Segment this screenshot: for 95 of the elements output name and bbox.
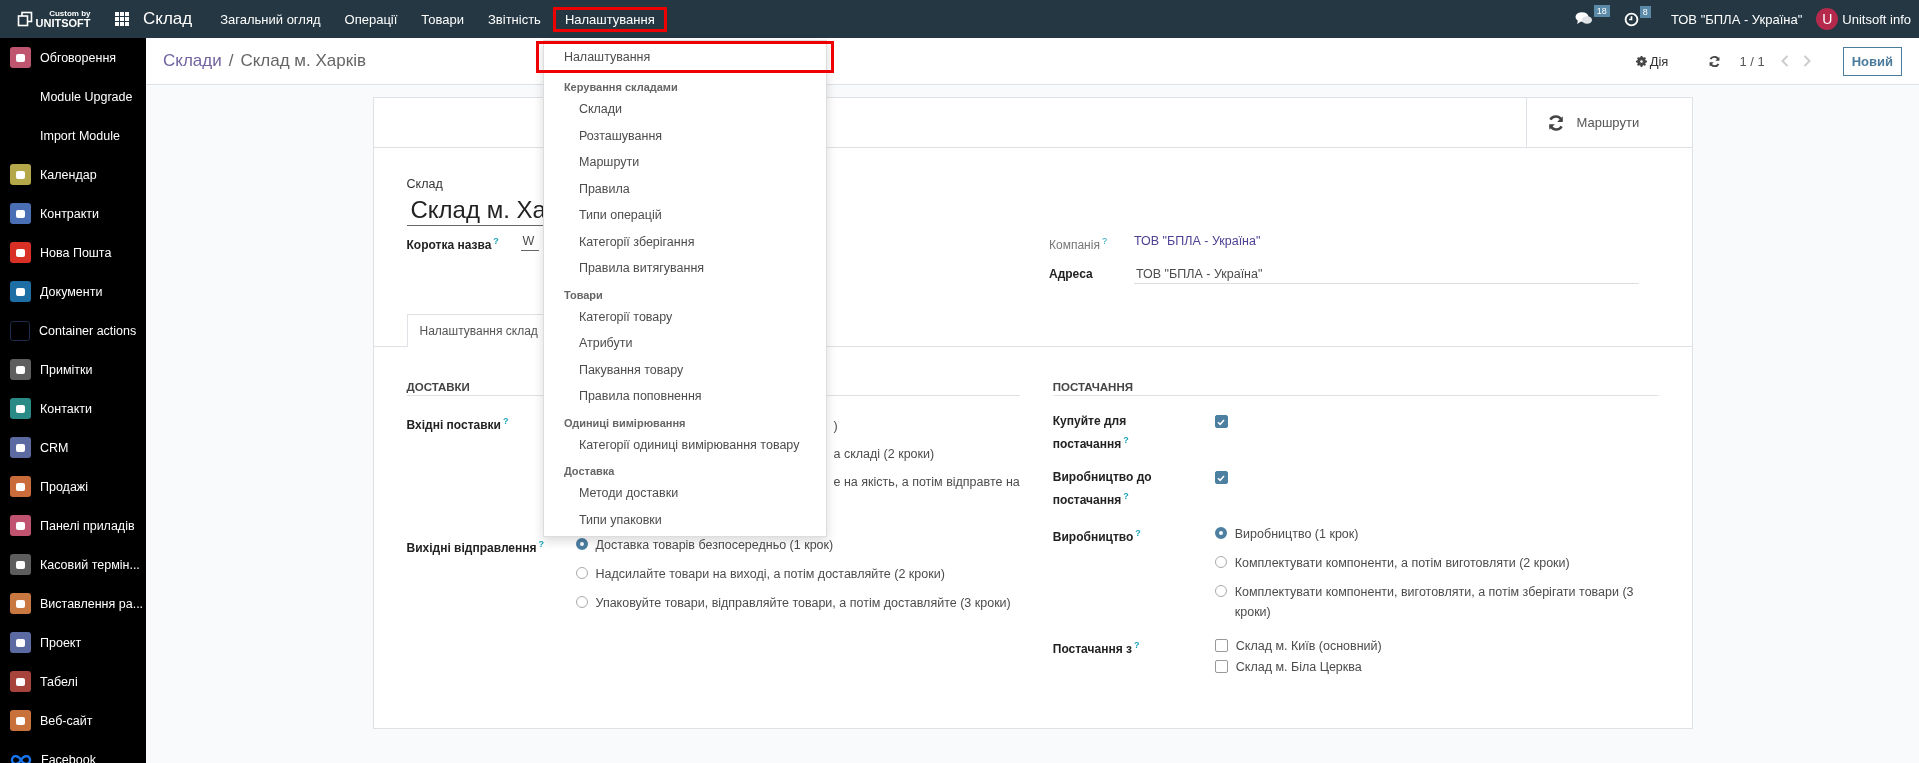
field-label: Склад — [406, 177, 443, 191]
field-label: Адреса — [1049, 267, 1093, 282]
notification-badge: 8 — [1639, 5, 1651, 18]
sidebar-item[interactable]: Веб-сайт — [0, 701, 146, 740]
sidebar-item[interactable]: Контракти — [0, 194, 146, 233]
dropdown-item[interactable]: Налаштування — [535, 41, 834, 73]
menu-section-header: Товари — [562, 287, 604, 303]
clock-icon[interactable] — [1623, 11, 1639, 27]
company-switcher[interactable]: ТОВ "БПЛА - Україна" — [1670, 11, 1803, 27]
dropdown-item[interactable]: Правила витягування — [543, 254, 826, 281]
checkbox-label: Склад м. Київ (основний) — [1235, 638, 1382, 656]
dropdown-item[interactable]: Пакування товару — [543, 355, 826, 382]
sidebar-item[interactable]: Container actions — [0, 311, 146, 350]
sidebar-item[interactable]: Примітки — [0, 350, 146, 389]
menu-section-header: Доставка — [562, 464, 616, 479]
radio-option-label: ) — [833, 418, 839, 436]
sidebar-item[interactable]: Import Module — [0, 116, 146, 155]
radio-option-label: Надсилайте товари на виході, а потім доставляйте (2 кроки) — [595, 566, 945, 584]
breadcrumb-link[interactable]: Склади — [163, 51, 222, 71]
dropdown-item[interactable]: Категорії одиниці вимірювання товару — [543, 430, 826, 457]
short-name-field[interactable]: W — [520, 232, 539, 252]
field-label: Постачання з $^{?}$ — [1052, 642, 1140, 657]
gear-icon — [1635, 55, 1647, 67]
sidebar-item[interactable]: Контакти — [0, 389, 146, 428]
sidebar-item[interactable]: Документи — [0, 272, 146, 311]
radio-option-label: а складі (2 кроки) — [833, 446, 936, 464]
field-label: Виробництво до постачання $^{?}$ — [1052, 470, 1152, 508]
menu-item[interactable]: Звітність — [476, 6, 553, 32]
radio-button[interactable] — [1214, 556, 1227, 569]
menu-item[interactable]: Операції — [332, 6, 410, 32]
sidebar-item[interactable]: Панелі приладів — [0, 506, 146, 545]
radio-button[interactable] — [575, 538, 588, 551]
user-name[interactable]: Unitsoft info — [1842, 11, 1911, 27]
field-label: Виробництво $^{?}$ — [1052, 530, 1141, 545]
radio-button[interactable] — [1214, 527, 1227, 540]
logo-icon — [16, 11, 33, 27]
menu-item[interactable]: Загальний огляд — [208, 6, 333, 32]
refresh-icon[interactable] — [1708, 54, 1722, 68]
company-link[interactable]: ТОВ "БПЛА - Україна" — [1134, 232, 1261, 249]
sidebar-item[interactable]: Календар — [0, 155, 146, 194]
field-label: Коротка назва $^{?}$ — [406, 238, 499, 253]
section-title: ПОСТАЧАННЯ — [1052, 381, 1659, 397]
radio-button[interactable] — [1214, 585, 1227, 598]
sidebar-item[interactable]: Касовий термін... — [0, 545, 146, 584]
radio-option-label: Доставка товарів безпосередньо (1 крок) — [595, 537, 834, 555]
menu-item[interactable]: Товари — [409, 6, 476, 32]
dropdown-item[interactable]: Категорії зберігання — [543, 227, 826, 254]
radio-button[interactable] — [575, 596, 588, 609]
new-button[interactable]: Новий — [1842, 46, 1902, 76]
pager-counter: 1 / 1 — [1739, 53, 1765, 69]
app-grid-icon[interactable] — [115, 12, 129, 26]
sidebar-item[interactable]: Module Upgrade — [0, 77, 146, 116]
sidebar-item[interactable]: Табелі — [0, 662, 146, 701]
breadcrumb-separator: / — [228, 51, 234, 71]
notification-badge: 18 — [1593, 5, 1610, 17]
menu-item[interactable]: Налаштування — [552, 6, 667, 32]
sidebar-item[interactable]: CRM — [0, 428, 146, 467]
app-name[interactable]: Склад — [143, 9, 193, 29]
menu-section-header: Одиниці вимірювання — [562, 415, 687, 431]
checkbox[interactable] — [1214, 415, 1228, 429]
action-button[interactable]: Дія — [1629, 52, 1675, 70]
dropdown-item[interactable]: Маршрути — [543, 148, 826, 175]
sidebar-item[interactable]: Facebook — [0, 740, 146, 763]
brand-name: UNITSOFT — [35, 17, 91, 29]
sidebar-item[interactable]: Проект — [0, 623, 146, 662]
refresh-icon — [1546, 113, 1565, 132]
radio-button[interactable] — [575, 567, 588, 580]
menu-section-header: Керування складами — [562, 80, 679, 95]
sidebar-item[interactable]: Нова Пошта — [0, 233, 146, 272]
sidebar-item[interactable]: Продажі — [0, 467, 146, 506]
radio-option-label: Комплектувати компоненти, а потім виготовляти (2 кроки) — [1234, 555, 1570, 573]
dropdown-item[interactable]: Методи доставки — [543, 479, 826, 506]
radio-option-label: е на якість, а потім відправте на — [833, 474, 1020, 492]
dropdown-item[interactable]: Склади — [543, 95, 826, 122]
checkbox-label: Склад м. Біла Церква — [1235, 659, 1362, 677]
field-label: Вхідні поставки $^{?}$ — [406, 418, 509, 433]
field-label: Компанія $^{?}$ — [1049, 238, 1107, 253]
brand-caption: Custom by — [49, 9, 91, 18]
breadcrumb-current: Склад м. Харків — [240, 51, 366, 71]
radio-option-label: Виробництво (1 крок) — [1234, 526, 1359, 544]
checkbox[interactable] — [1214, 471, 1228, 485]
chat-icon[interactable] — [1574, 11, 1593, 27]
radio-option-label: Упаковуйте товари, відправляйте товари, а потім доставляйте (3 кроки) — [595, 595, 1011, 613]
dropdown-item[interactable]: Типи упаковки — [543, 505, 826, 532]
radio-option-label: Комплектувати компоненти, виготовляти, а потім зберігати товари (3 кроки) — [1234, 584, 1635, 622]
sidebar-item[interactable]: Виставлення ра... — [0, 584, 146, 623]
checkbox[interactable] — [1214, 639, 1228, 653]
user-avatar[interactable]: U — [1816, 8, 1839, 30]
address-field[interactable]: ТОВ "БПЛА - Україна" — [1134, 265, 1639, 285]
sidebar-item[interactable]: Обговорення — [0, 38, 146, 77]
dropdown-item[interactable]: Розташування — [543, 121, 826, 148]
dropdown-item[interactable]: Правила поповнення — [543, 382, 826, 409]
field-label: Купуйте для постачання $^{?}$ — [1052, 414, 1129, 452]
field-label: Вихідні відправлення $^{?}$ — [406, 541, 545, 556]
checkbox[interactable] — [1214, 660, 1228, 674]
